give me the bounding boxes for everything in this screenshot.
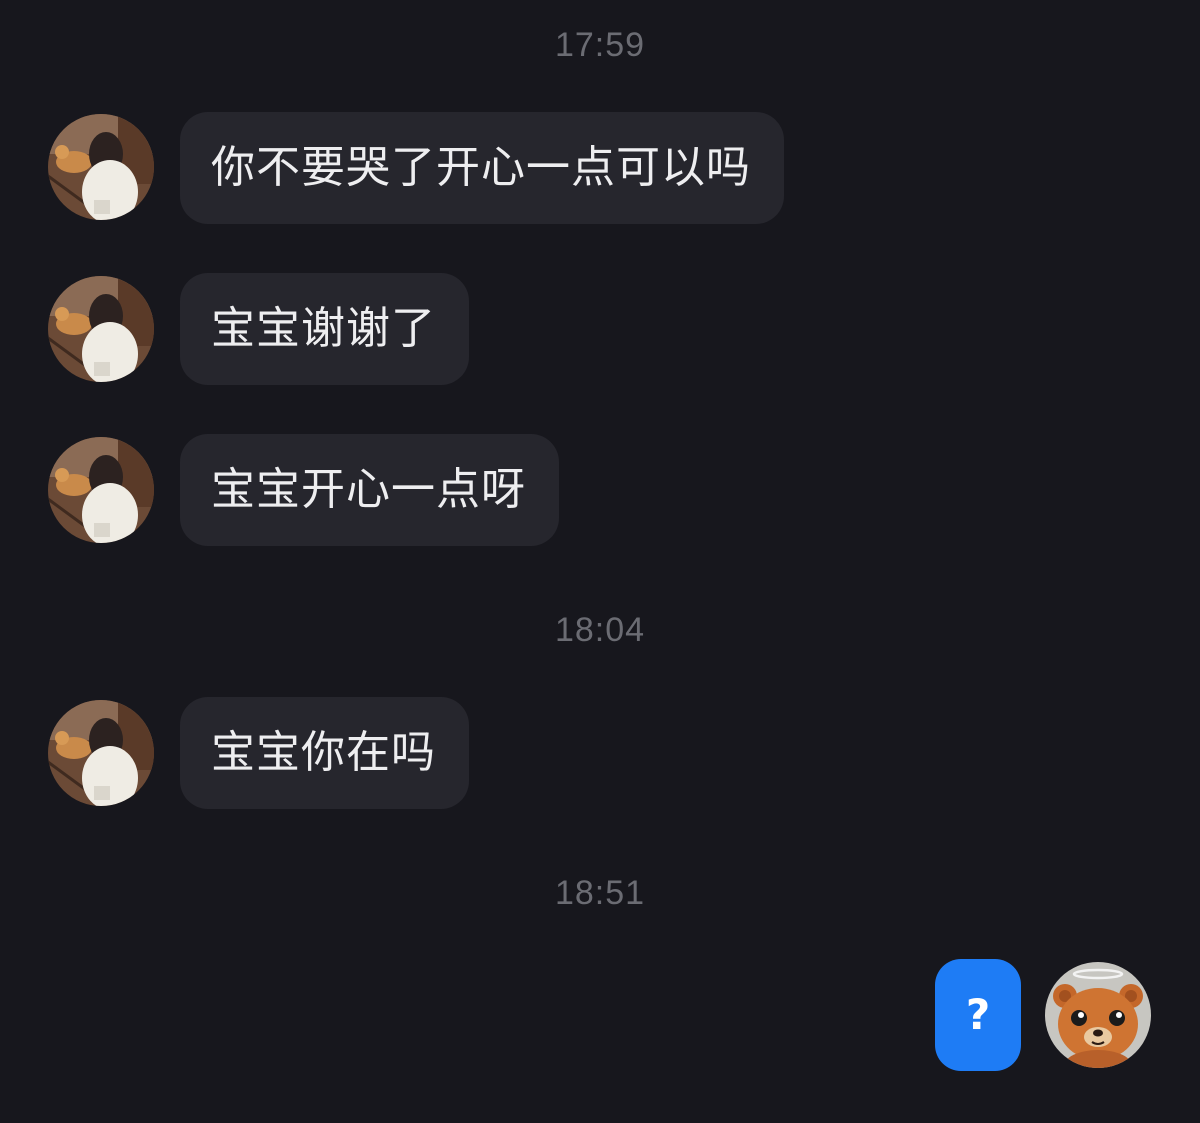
incoming-message-bubble[interactable]: 你不要哭了开心一点可以吗 (180, 112, 784, 224)
teddy-bear-icon (1045, 962, 1151, 1068)
outgoing-message-bubble[interactable]: ? (935, 959, 1021, 1071)
avatar-photo (48, 114, 154, 220)
incoming-message-bubble[interactable]: 宝宝开心一点呀 (180, 434, 559, 546)
avatar-photo (48, 437, 154, 543)
avatar-photo (48, 276, 154, 382)
contact-avatar[interactable] (48, 700, 154, 806)
timestamp: 18:04 (554, 611, 646, 649)
avatar-photo (48, 700, 154, 806)
self-avatar[interactable] (1045, 962, 1151, 1068)
contact-avatar[interactable] (48, 437, 154, 543)
timestamp: 18:51 (554, 874, 646, 912)
incoming-message-bubble[interactable]: 宝宝谢谢了 (180, 273, 469, 385)
incoming-message-bubble[interactable]: 宝宝你在吗 (180, 697, 469, 809)
contact-avatar[interactable] (48, 114, 154, 220)
timestamp: 17:59 (554, 26, 646, 64)
contact-avatar[interactable] (48, 276, 154, 382)
